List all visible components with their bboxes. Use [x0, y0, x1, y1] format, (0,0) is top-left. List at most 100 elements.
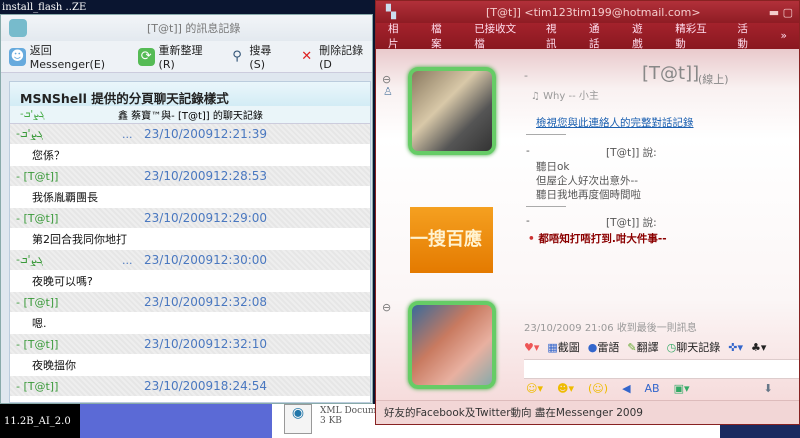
message-list: -ܓܨ'ܒ... 23/10/200912:21:39 您係？ - [T@t]] 23/… — [10, 124, 370, 396]
dash: - — [524, 69, 528, 82]
message-line: 但屋企人好次出意外-- — [536, 175, 639, 187]
timestamp: 23/10/200912:21:39 — [144, 127, 268, 141]
messenger-icon[interactable]: ▚ — [386, 5, 396, 20]
contact-status: (線上) — [698, 73, 729, 86]
translate-button[interactable]: ✎翻譯 — [627, 339, 658, 355]
message-input[interactable] — [524, 359, 799, 379]
desktop-icon-label[interactable]: install_flash ... — [2, 2, 75, 13]
menu-item[interactable]: 活動 — [725, 21, 768, 51]
desktop-icon-label[interactable]: ZE — [72, 2, 86, 13]
font-icon[interactable]: AB — [645, 382, 660, 395]
message-line: 聽日ok — [536, 161, 570, 173]
button-label: 截圖 — [557, 341, 580, 354]
sender-name: - [T@t]] — [16, 169, 59, 183]
contact-name: [T@t]] — [642, 63, 700, 84]
grid-icon: ▦ — [547, 341, 558, 354]
divider — [526, 206, 566, 207]
message-line: • 都唔知打唔打到.咁大件事-- — [528, 233, 667, 245]
message-text: 都唔知打唔打到.咁大件事-- — [538, 233, 667, 245]
menu-item[interactable]: 檔案 — [419, 21, 462, 51]
contact-avatar[interactable] — [408, 67, 496, 155]
status-bar[interactable]: 好友的Facebook及Twitter動向 盡在Messenger 2009 — [376, 400, 799, 424]
desktop-icon-label[interactable]: 11.2B_AI_2.0 — [4, 416, 71, 427]
menu-item[interactable]: 通話 — [577, 21, 620, 51]
window-title: [T@t]] <tim123tim199@hotmail.com> — [486, 5, 701, 19]
message-text: 嗯. — [32, 317, 47, 330]
delete-icon: ✕ — [301, 48, 313, 64]
message-text: 第2回合我同你地打 — [32, 233, 127, 246]
conversation-area: ⊖ ♙ - [T@t]] (線上) ♫ Why -- 小主 檢視您與此連絡人的完… — [376, 49, 799, 400]
personal-message-text: Why -- 小主 — [543, 91, 599, 102]
dash: - — [526, 215, 530, 227]
my-avatar[interactable] — [408, 301, 496, 389]
desktop-area — [720, 425, 800, 438]
dash: - — [526, 145, 530, 157]
xml-file-icon[interactable]: ◉ — [284, 404, 312, 434]
emoticon-icon[interactable]: ☺▾ — [526, 382, 543, 395]
button-label: 返回 Messenger(E) — [29, 44, 106, 71]
conversation-header: -ܓܨ'ܒ 鑫 蔡寶™與- [T@t]] 的聊天記錄 — [10, 106, 370, 124]
delete-history-button[interactable]: ✕ 刪除記錄(D — [298, 42, 372, 71]
translate-icon: ✎ — [627, 341, 637, 354]
message-header: -ܓܨ'ܒ... 23/10/200912:30:00 — [10, 250, 370, 270]
view-history-link[interactable]: 檢視您與此連絡人的完整對話記錄 — [536, 115, 694, 130]
help-icon: ● — [587, 341, 598, 354]
history-content: MSNShell 提供的分頁聊天記錄樣式 -ܓܨ'ܒ 鑫 蔡寶™與- [T@t]]… — [9, 81, 371, 403]
title-bar: ▚ [T@t]] <tim123tim199@hotmail.com> ▬ ▢ — [376, 1, 799, 23]
thunder-button[interactable]: ●雷語 — [588, 339, 620, 355]
messenger-icon — [9, 19, 27, 37]
personal-message: ♫ Why -- 小主 — [531, 87, 599, 102]
nudge-icon[interactable]: (☺) — [588, 382, 608, 395]
menu-item[interactable]: 視訊 — [534, 21, 577, 51]
button-label: 刪除記錄(D — [319, 44, 364, 71]
ad-text: 一搜百應 — [410, 229, 482, 250]
chat-window: ▚ [T@t]] <tim123tim199@hotmail.com> ▬ ▢ … — [375, 0, 800, 425]
ad-banner[interactable]: 一搜百應 — [410, 207, 493, 273]
music-icon: ♫ — [531, 91, 544, 102]
search-icon: ⚲ — [232, 48, 242, 64]
page-heading: MSNShell 提供的分頁聊天記錄樣式 — [10, 82, 370, 106]
menu-item[interactable]: 相片 — [376, 21, 419, 51]
menu-item[interactable]: 已接收文檔 — [462, 21, 534, 51]
window-title: [T@t]] 的訊息記錄 — [147, 22, 241, 35]
timestamp: 23/10/200918:24:54 — [144, 379, 268, 393]
privacy-icon[interactable]: ♣▾ — [751, 341, 766, 354]
collapse-icon[interactable]: ⊖ — [382, 301, 391, 314]
button-label: 聊天記錄 — [676, 341, 721, 354]
divider — [526, 134, 566, 135]
timestamp: 23/10/200912:32:08 — [144, 295, 268, 309]
sender-name: - [T@t]] — [16, 211, 59, 225]
refresh-icon: ⟳ — [137, 47, 155, 66]
button-label: 重新整理(R) — [158, 44, 203, 71]
menu-bar: 相片 檔案 已接收文檔 視訊 通話 遊戲 精彩互動 活動» — [376, 21, 799, 51]
theme-icon[interactable]: ♥▾ — [524, 341, 539, 354]
search-button[interactable]: ⚲ 搜尋(S) — [229, 42, 285, 71]
timestamp: 23/10/200912:28:53 — [144, 169, 268, 183]
voice-clip-icon[interactable]: ◀ — [622, 382, 630, 395]
message-header: - [T@t]] 23/10/200912:32:08 — [10, 292, 370, 312]
title-bar: [T@t]] 的訊息記錄 — [1, 15, 372, 41]
toolbar: ☻ 返回 Messenger(E) ⟳ 重新整理(R) ⚲ 搜尋(S) ✕ 刪除記錄(D — [1, 41, 372, 73]
chat-history-button[interactable]: ◷聊天記錄 — [667, 339, 721, 355]
wink-icon[interactable]: ☻▾ — [557, 382, 574, 395]
sender-name: - [T@t]] — [16, 295, 59, 309]
format-toolbar: ☺▾ ☻▾ (☺) ◀ AB ▣▾ ⬇ — [526, 382, 773, 395]
menu-item[interactable]: 遊戲 — [620, 21, 663, 51]
message-text: 夜晚可以嗎? — [32, 275, 93, 288]
contact-icon[interactable]: ♙ — [383, 85, 393, 98]
back-to-messenger-button[interactable]: ☻ 返回 Messenger(E) — [9, 42, 124, 71]
compose-toolbar: ♥▾ ▦截圖 ●雷語 ✎翻譯 ◷聊天記錄 ✜▾ ♣▾ — [524, 339, 766, 355]
history-window: [T@t]] 的訊息記錄 ☻ 返回 Messenger(E) ⟳ 重新整理(R) ⚲… — [0, 14, 373, 404]
screenshot-button[interactable]: ▦截圖 — [547, 339, 579, 355]
send-file-icon[interactable]: ⬇ — [764, 382, 773, 395]
message-header: - [T@t]] 23/10/200912:28:53 — [10, 166, 370, 186]
message-header: - [T@t]] 23/10/200912:32:10 — [10, 334, 370, 354]
refresh-button[interactable]: ⟳ 重新整理(R) — [137, 42, 215, 71]
menu-item[interactable]: » — [769, 30, 799, 42]
minimize-button[interactable]: ▬ ▢ — [769, 6, 793, 19]
games-icon[interactable]: ✜▾ — [728, 341, 743, 354]
message-text: 您係？ — [32, 149, 65, 162]
message-header: - [T@t]] 23/10/200912:29:00 — [10, 208, 370, 228]
menu-item[interactable]: 精彩互動 — [663, 21, 725, 51]
background-icon[interactable]: ▣▾ — [674, 382, 690, 395]
